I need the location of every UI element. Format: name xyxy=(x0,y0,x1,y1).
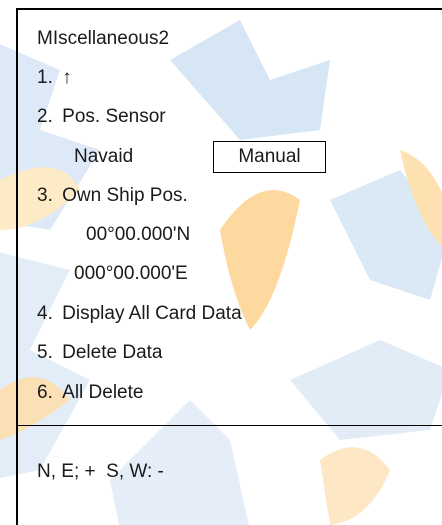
menu-screen: MIscellaneous2 1. ↑ 2. Pos. Sensor Navai… xyxy=(0,0,442,525)
menu-item-delete-data[interactable]: 5. Delete Data xyxy=(37,342,162,364)
menu-item-label: Delete Data xyxy=(62,342,163,363)
menu-item-own-ship-pos[interactable]: 3. Own Ship Pos. xyxy=(37,185,188,207)
menu-item-number: 1. xyxy=(37,67,53,88)
menu-item-number: 2. xyxy=(37,106,53,127)
menu-item-label: Pos. Sensor xyxy=(62,106,166,127)
menu-item-label: All Delete xyxy=(62,382,144,403)
menu-item-label: Display All Card Data xyxy=(62,303,242,324)
footer-divider xyxy=(17,425,442,426)
up-arrow-icon: ↑ xyxy=(62,67,72,88)
menu-item-1[interactable]: 1. ↑ xyxy=(37,67,72,89)
sign-convention-note: N, E; + S, W: - xyxy=(37,461,164,482)
option-manual-label: Manual xyxy=(238,146,301,167)
menu-item-number: 6. xyxy=(37,382,53,403)
option-navaid[interactable]: Navaid xyxy=(74,146,133,168)
menu-item-pos-sensor[interactable]: 2. Pos. Sensor xyxy=(37,106,166,128)
latitude-value[interactable]: 00°00.000'N xyxy=(86,224,190,246)
menu-item-number: 5. xyxy=(37,342,53,363)
menu-item-all-delete[interactable]: 6. All Delete xyxy=(37,382,143,404)
menu-title: MIscellaneous2 xyxy=(37,28,170,49)
menu-item-display-all-card-data[interactable]: 4. Display All Card Data xyxy=(37,303,242,325)
menu-item-number: 4. xyxy=(37,303,53,324)
option-manual-selected[interactable]: Manual xyxy=(213,141,326,173)
menu-item-label: Own Ship Pos. xyxy=(62,185,188,206)
longitude-value[interactable]: 000°00.000'E xyxy=(74,263,188,285)
menu-item-number: 3. xyxy=(37,185,53,206)
